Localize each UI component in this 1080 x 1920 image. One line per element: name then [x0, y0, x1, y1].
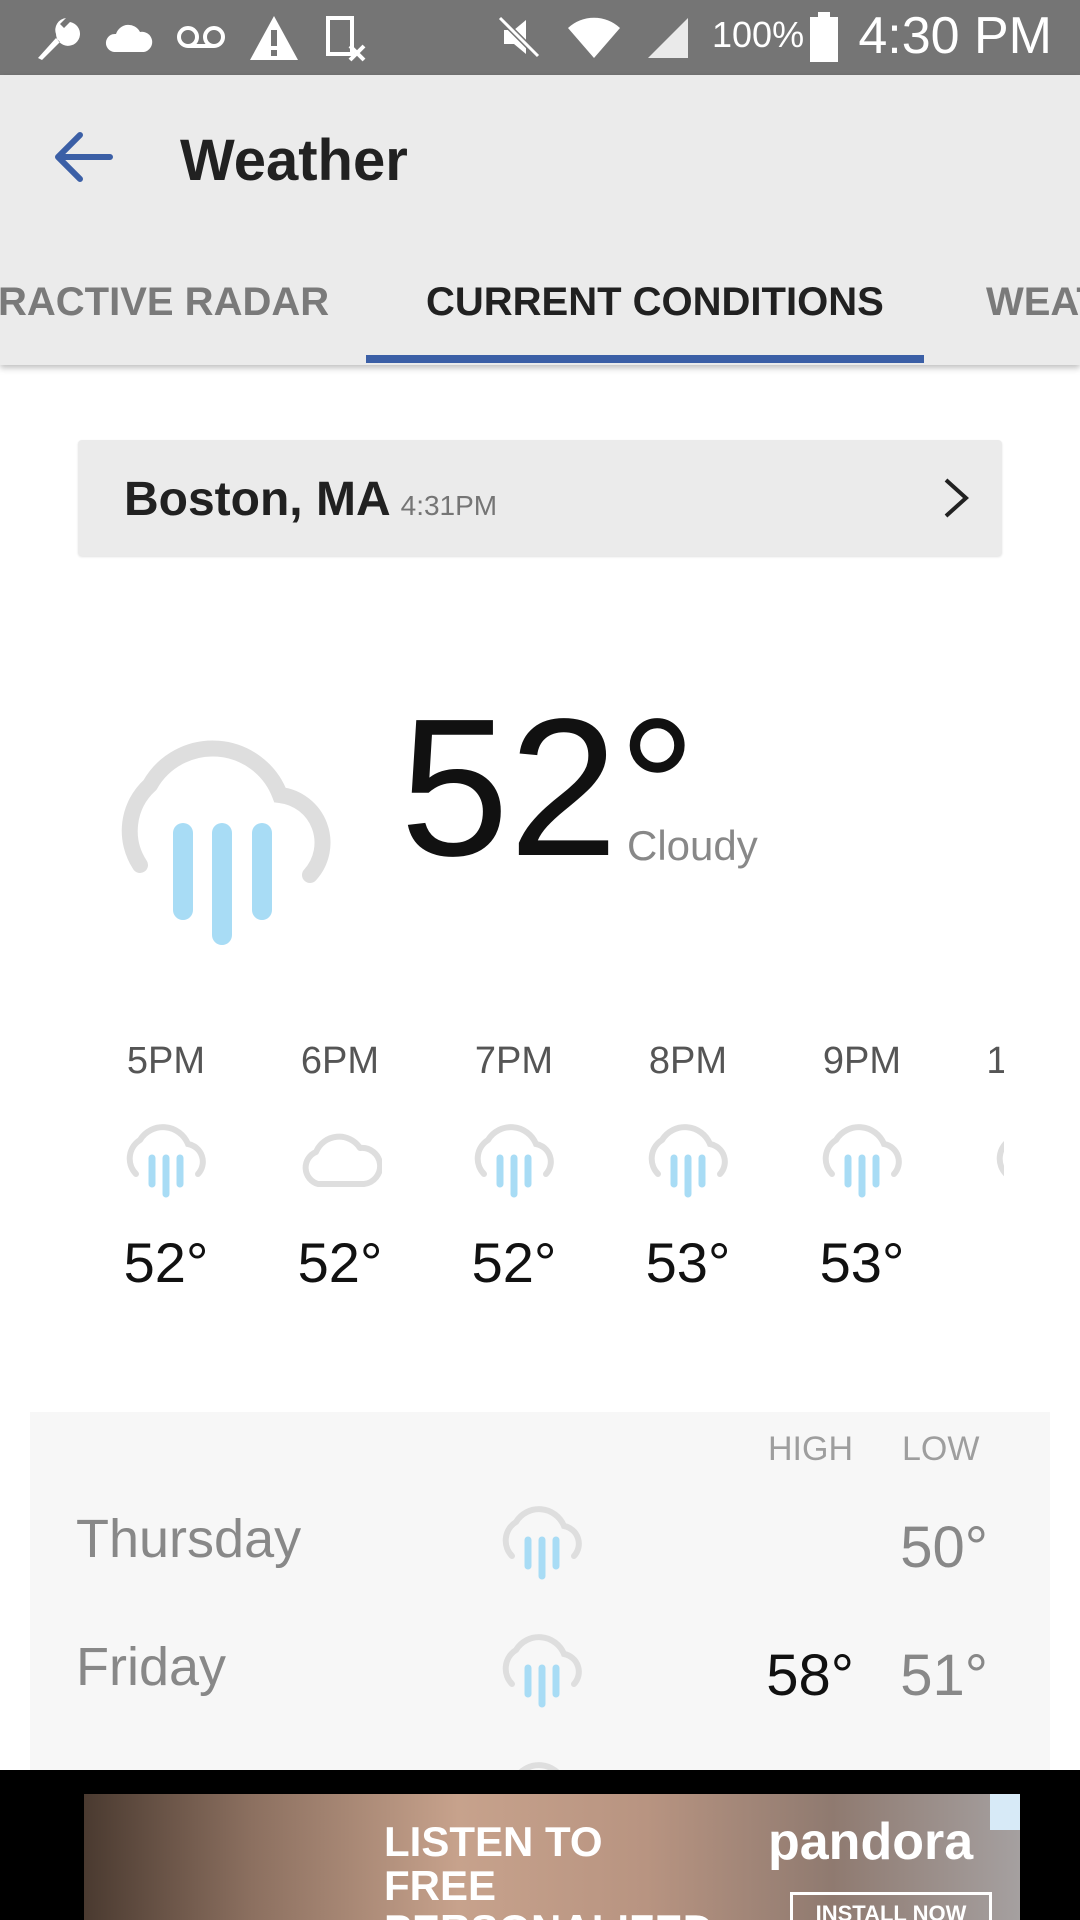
ad-install-button[interactable]: INSTALL NOW — [790, 1892, 992, 1920]
current-condition: Cloudy — [627, 822, 758, 869]
app-bar: Weather RACTIVE RADAR CURRENT CONDITIONS… — [0, 75, 1080, 365]
hour-time: 8PM — [648, 1040, 728, 1082]
rain-cloud-icon — [502, 1506, 582, 1580]
wrench-icon — [38, 18, 80, 60]
tab-current-conditions[interactable]: CURRENT CONDITIONS — [426, 280, 884, 325]
hourly-item: 7PM 52° — [444, 1040, 584, 1295]
hour-temp: 52° — [297, 1231, 383, 1294]
battery-icon — [810, 12, 838, 62]
rain-cloud-icon — [648, 1124, 728, 1198]
daily-row[interactable]: Thursday 50° — [30, 1484, 1050, 1604]
cloud-status-icon — [105, 24, 153, 52]
signal-icon — [648, 18, 688, 58]
ad-container: LISTEN TO FREE PERSONALIZED RADIO pandor… — [0, 1770, 1080, 1920]
hourly-item: 5PM 52° — [96, 1040, 236, 1295]
hour-temp: 52° — [123, 1231, 209, 1294]
day-high: 58° — [766, 1643, 854, 1708]
hourly-forecast: 5PM 52° 6PM 52° 7PM 52° 8PM 53° 9PM 53° … — [94, 1040, 1004, 1320]
rain-cloud-icon — [502, 1634, 582, 1708]
ad-choices-icon[interactable] — [990, 1794, 1020, 1830]
no-sim-icon — [326, 16, 366, 62]
status-bar: 100% 4:30 PM — [0, 0, 1080, 75]
hourly-item: 9PM 53° — [792, 1040, 932, 1295]
mute-icon — [497, 15, 541, 59]
location-selector[interactable]: Boston, MA 4:31PM — [78, 440, 1002, 556]
voicemail-icon — [177, 26, 225, 48]
back-arrow-icon[interactable] — [50, 127, 120, 187]
hour-time: 5PM — [126, 1040, 206, 1082]
page-title: Weather — [180, 128, 408, 193]
hour-time: 10PM — [986, 1040, 1004, 1082]
day-name: Thursday — [76, 1509, 302, 1569]
rain-cloud-icon — [474, 1124, 554, 1198]
daily-row[interactable]: Friday 58° 51° — [30, 1612, 1050, 1732]
ad-headline: LISTEN TO FREE PERSONALIZED RADIO — [384, 1818, 713, 1920]
cloud-icon — [302, 1133, 382, 1187]
hour-time: 9PM — [822, 1040, 902, 1082]
ad-banner[interactable]: LISTEN TO FREE PERSONALIZED RADIO pandor… — [84, 1794, 1020, 1920]
low-column-header: LOW — [902, 1430, 980, 1468]
hour-time: 7PM — [474, 1040, 554, 1082]
rain-cloud-icon — [996, 1141, 1004, 1177]
warning-icon — [250, 16, 298, 60]
tab-weather-news[interactable]: WEAT — [986, 280, 1080, 325]
hour-temp: 53° — [645, 1231, 731, 1294]
location-label: Boston, MA 4:31PM — [124, 472, 497, 527]
rain-cloud-icon — [822, 1124, 902, 1198]
hour-temp: 53° — [819, 1231, 905, 1294]
hour-temp: 5 — [966, 1230, 1004, 1295]
hourly-item: 10PM 5 — [966, 1040, 1004, 1295]
hourly-item: 6PM 52° — [270, 1040, 410, 1295]
hour-temp: 52° — [471, 1231, 557, 1294]
status-time: 4:30 PM — [858, 7, 1052, 65]
daily-forecast: HIGH LOW Thursday 50° Friday 58° 51° Sat… — [30, 1412, 1050, 1772]
daily-row[interactable]: Saturday — [30, 1740, 1050, 1772]
hourly-item: 8PM 53° — [618, 1040, 758, 1295]
high-column-header: HIGH — [768, 1430, 853, 1468]
ad-brand-logo: pandora — [768, 1813, 974, 1871]
location-updated-time: 4:31PM — [400, 490, 498, 521]
wifi-icon — [568, 17, 620, 58]
tab-indicator — [366, 355, 924, 363]
day-low: 51° — [900, 1643, 988, 1708]
hour-time: 6PM — [300, 1040, 380, 1082]
chevron-right-icon — [944, 478, 969, 518]
battery-percent: 100% — [712, 14, 805, 55]
rain-cloud-icon — [121, 740, 331, 945]
tab-interactive-radar[interactable]: RACTIVE RADAR — [0, 280, 329, 325]
day-name: Friday — [76, 1637, 227, 1697]
day-low: 50° — [900, 1515, 988, 1580]
rain-cloud-icon — [126, 1124, 206, 1198]
location-city: Boston, MA — [124, 473, 391, 526]
